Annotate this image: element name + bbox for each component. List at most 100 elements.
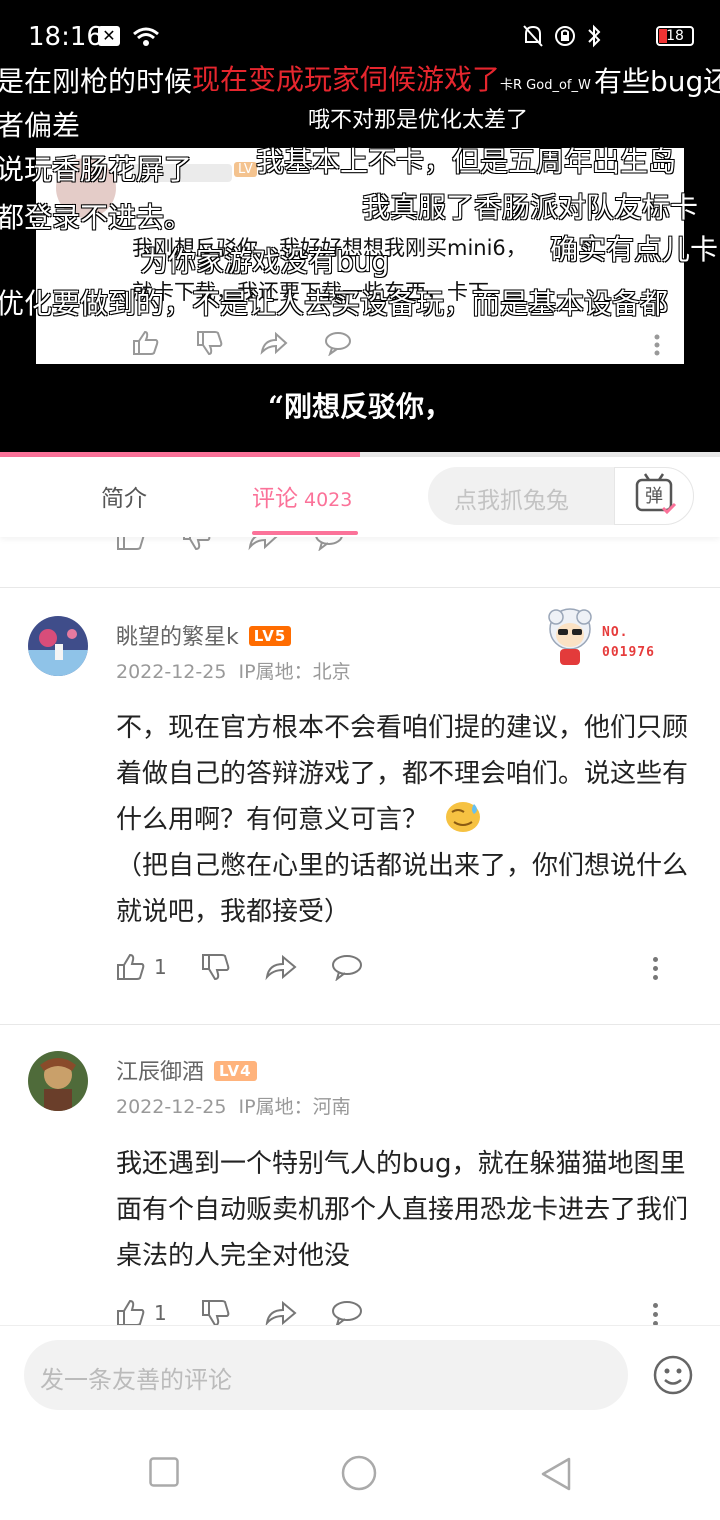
share-button[interactable] [265, 953, 297, 981]
dislike-icon [201, 1300, 230, 1325]
danmaku-item: 我真服了香肠派对队友标卡 [362, 191, 699, 224]
danmaku-item: 确实有点儿卡 [550, 233, 719, 266]
danmaku-item: 哦不对那是优化太差了 [308, 108, 529, 133]
inner-reply-icon [325, 332, 351, 356]
comment-username[interactable]: 眺望的繁星k LV5 [116, 619, 292, 651]
comment-actions: 1 [116, 953, 397, 981]
danmaku-item: 说玩香肠花屏了 [0, 153, 193, 186]
inner-more-icon [654, 334, 660, 356]
like-icon [117, 953, 145, 980]
divider [0, 587, 720, 588]
sheep-mascot-icon [548, 608, 592, 665]
danmaku-button-label: 弹 [645, 486, 663, 507]
share-button[interactable] [265, 1299, 297, 1325]
dislike-button[interactable] [201, 1299, 231, 1325]
comment-ip: IP属地：北京 [238, 661, 351, 683]
comment-text-extra: （把自己憋在心里的话都说出来了，你们想说什么就说吧，我都接受） [116, 851, 689, 927]
video-subtitle: “刚想反驳你， [267, 390, 453, 423]
danmaku-tv-icon: 弹 [635, 473, 677, 515]
reply-button[interactable] [331, 1299, 363, 1325]
tab-active-indicator [252, 531, 358, 535]
level-badge: LV4 [214, 1061, 257, 1081]
tab-intro[interactable]: 简介 [101, 479, 147, 513]
more-options-button[interactable] [650, 1303, 660, 1325]
dislike-icon [201, 954, 230, 981]
tab-comments-label: 评论 [252, 486, 298, 512]
comment-username[interactable]: 江辰御酒 LV4 [116, 1054, 257, 1086]
badge-number: 001976 [602, 645, 655, 660]
emoji-sweat-icon [446, 802, 481, 832]
reply-icon [331, 1301, 362, 1325]
comment-meta: 2022-12-25 IP属地：北京 [116, 657, 351, 684]
system-nav-bar [0, 1425, 720, 1520]
comment-composer: 发一条友善的评论 [0, 1325, 720, 1426]
fan-badge[interactable]: NO. 001976 [540, 603, 680, 673]
emoji-picker-icon[interactable] [652, 1354, 694, 1396]
reply-icon[interactable] [314, 537, 344, 551]
like-button[interactable]: 1 [116, 953, 167, 981]
danmaku-item: 有些bug还 [594, 65, 720, 98]
comment-ip: IP属地：河南 [238, 1096, 351, 1118]
previous-comment-actions [116, 537, 344, 551]
comment-date: 2022-12-25 [116, 661, 227, 683]
like-count: 1 [154, 1301, 167, 1325]
status-time: 18:16 [28, 22, 103, 52]
username-text: 眺望的繁星k [116, 625, 239, 650]
danmaku-item: 是在刚枪的时候 [0, 65, 193, 98]
badge-no-label: NO. [602, 625, 629, 640]
comment-text: 不，现在官方根本不会看咱们提的建议，他们只顾着做自己的答辩游戏了，都不理会咱们。… [116, 705, 700, 935]
tab-comments[interactable]: 评论 4023 [252, 479, 352, 513]
comment-input-placeholder: 发一条友善的评论 [40, 1366, 232, 1394]
comment-count: 4023 [304, 489, 353, 511]
dislike-button[interactable] [201, 953, 231, 981]
comment-actions: 1 [116, 1299, 397, 1325]
more-options-button[interactable] [650, 957, 660, 984]
share-icon[interactable] [248, 537, 278, 551]
notification-x-icon: ✕ [98, 26, 120, 46]
danmaku-toggle-button[interactable]: 弹 [614, 467, 694, 525]
tab-bar: 简介 评论 4023 点我抓兔兔 弹 [0, 457, 720, 537]
danmaku-item: 者偏差 [0, 109, 81, 142]
comment-feed[interactable]: 眺望的繁星k LV5 2022-12-25 IP属地：北京 NO. 001976 … [0, 537, 720, 1325]
danmaku-input[interactable]: 点我抓兔兔 弹 [428, 467, 694, 525]
like-icon [117, 1299, 145, 1325]
video-player[interactable]: 18:16 ✕ 18 LV 我刚想反驳你，我好好想想我刚买mini6， 就卡下载… [0, 0, 720, 455]
comment-text: 我还遇到一个特别气人的bug，就在躲猫猫地图里面有个自动贩卖机那个人直接用恐龙卡… [116, 1149, 689, 1271]
comment-meta: 2022-12-25 IP属地：河南 [116, 1092, 351, 1119]
reply-icon [331, 955, 362, 981]
like-icon[interactable] [116, 537, 146, 551]
battery-level: 18 [666, 28, 684, 44]
danmaku-item: 卡R God_of_W [500, 78, 591, 93]
home-icon[interactable] [341, 1455, 377, 1491]
comment-input[interactable]: 发一条友善的评论 [24, 1340, 628, 1410]
inner-like-icon [133, 330, 159, 355]
danmaku-item: 优化要做到的，不是让人去买设备玩，而是基本设备都 [0, 287, 669, 320]
like-count: 1 [154, 955, 167, 979]
inner-share-icon [260, 331, 288, 355]
more-icon[interactable] [652, 537, 658, 546]
level-badge: LV5 [248, 626, 292, 646]
reply-button[interactable] [331, 953, 363, 981]
danmaku-item: 现在变成玩家伺候游戏了 [192, 63, 501, 96]
danmaku-item: 都登录不进去。 [0, 201, 193, 234]
danmaku-placeholder: 点我抓兔兔 [454, 488, 569, 514]
wifi-icon [133, 27, 159, 46]
avatar[interactable] [28, 1051, 88, 1111]
dislike-icon[interactable] [182, 537, 212, 551]
like-button[interactable]: 1 [116, 1299, 167, 1325]
share-icon [265, 1300, 297, 1325]
username-text: 江辰御酒 [116, 1060, 205, 1085]
back-icon[interactable] [540, 1457, 572, 1491]
mute-bell-icon [523, 25, 543, 47]
danmaku-item: 我基本上不卡，但是五周年出生岛 [256, 145, 677, 178]
divider [0, 1024, 720, 1025]
share-icon [265, 954, 297, 981]
inner-dislike-icon [197, 331, 223, 356]
recent-apps-icon[interactable] [149, 1457, 179, 1487]
danmaku-item: 为你家游戏没有bug [140, 245, 390, 278]
avatar[interactable] [28, 616, 88, 676]
comment-text-main: 不，现在官方根本不会看咱们提的建议，他们只顾着做自己的答辩游戏了，都不理会咱们。… [116, 713, 689, 835]
comment-date: 2022-12-25 [116, 1096, 227, 1118]
bluetooth-icon [588, 24, 601, 48]
inner-level-tag: LV [234, 162, 257, 177]
